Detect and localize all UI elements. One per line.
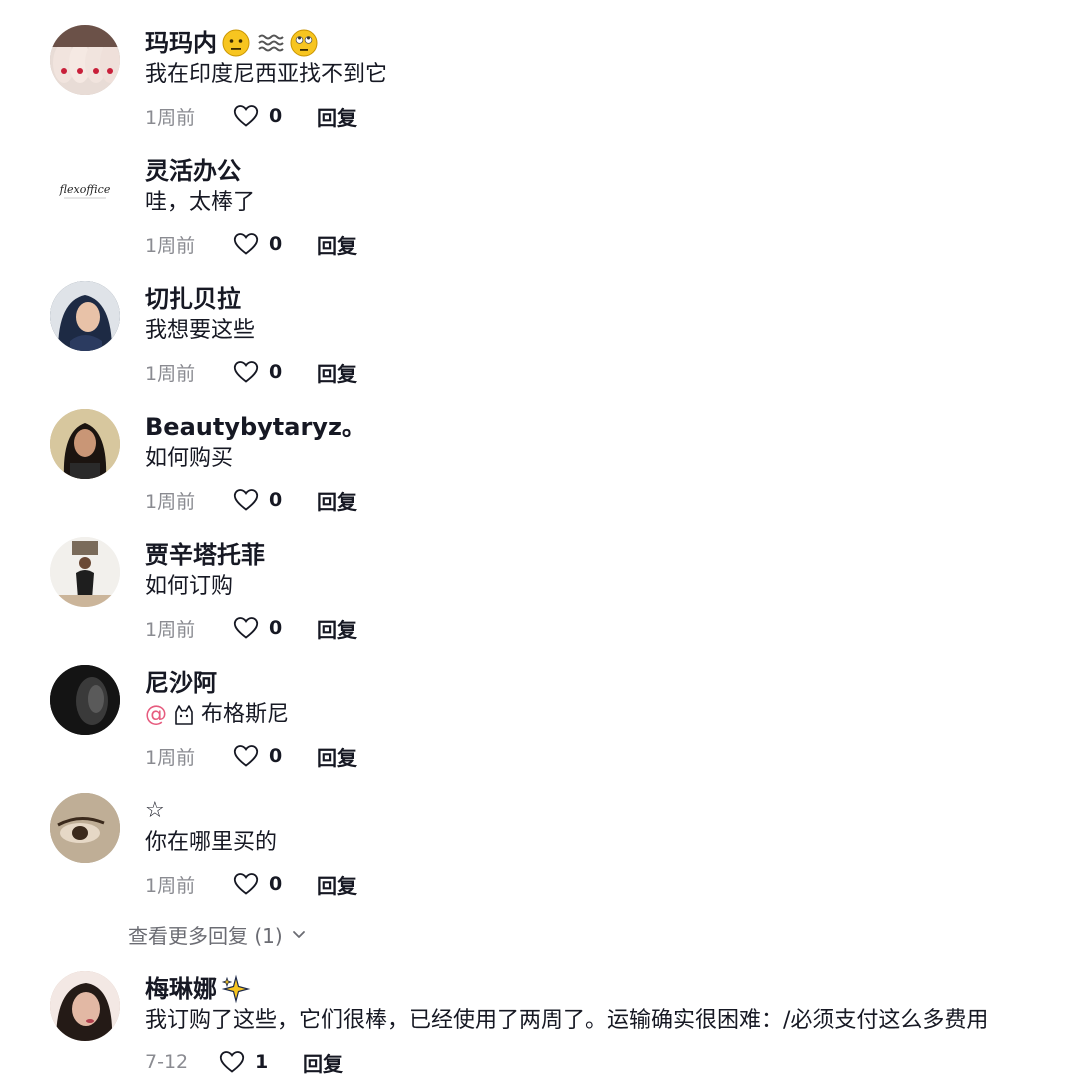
like-count: 0	[269, 873, 283, 895]
heart-icon	[219, 1050, 245, 1074]
reply-button[interactable]: 回复	[303, 1048, 343, 1077]
comment-meta: 1周前 0 回复	[145, 485, 357, 515]
avatar[interactable]: flexoffice	[50, 153, 120, 223]
avatar[interactable]	[50, 537, 120, 607]
comment-time: 1周前	[145, 362, 196, 385]
comment-time: 1周前	[145, 746, 196, 769]
comment-meta: 1周前 0 回复	[145, 229, 357, 259]
comment-meta: 7-12 1 回复	[145, 1047, 343, 1077]
comment-text: 你在哪里买的	[145, 830, 278, 855]
comment-text: 我订购了这些，它们很棒，已经使用了两周了。运输确实很困难：/必须支付这么多费用	[145, 1008, 989, 1033]
mention-username[interactable]: 布格斯尼	[201, 700, 289, 730]
comment-item: 尼沙阿 @ 布格斯尼 1周前 0 回复	[0, 640, 1080, 770]
comment-time: 1周前	[145, 874, 196, 897]
reply-button[interactable]: 回复	[317, 102, 357, 131]
eye-roll-emoji-icon	[289, 28, 319, 58]
like-button[interactable]: 0	[233, 488, 317, 512]
like-button[interactable]: 0	[233, 744, 317, 768]
comment-author-name[interactable]: 贾辛塔托菲	[145, 539, 265, 571]
heart-icon	[233, 744, 259, 768]
comment-author-name[interactable]: Beautybytaryz。	[145, 411, 366, 443]
comment-meta: 1周前 0 回复	[145, 613, 357, 643]
comment-time: 1周前	[145, 234, 196, 257]
like-button[interactable]: 1	[219, 1050, 303, 1074]
comment-text: @ 布格斯尼	[145, 700, 289, 730]
comment-author-name[interactable]: 切扎贝拉	[145, 283, 241, 315]
like-button[interactable]: 0	[233, 232, 317, 256]
heart-icon	[233, 872, 259, 896]
comment-item: flexoffice 灵活办公 哇，太棒了 1周前 0 回复	[0, 128, 1080, 258]
view-more-replies-label: 查看更多回复 (1)	[128, 923, 283, 948]
comment-text: 我想要这些	[145, 318, 256, 343]
comment-meta: 1周前 0 回复	[145, 741, 357, 771]
comment-time: 1周前	[145, 490, 196, 513]
flexoffice-logo: flexoffice	[59, 183, 111, 196]
like-count: 0	[269, 105, 283, 127]
fog-emoji-icon	[255, 28, 285, 58]
comment-text: 我在印度尼西亚找不到它	[145, 62, 388, 87]
heart-icon	[233, 104, 259, 128]
like-button[interactable]: 0	[233, 616, 317, 640]
heart-icon	[233, 616, 259, 640]
avatar[interactable]	[50, 25, 120, 95]
avatar[interactable]	[50, 793, 120, 863]
like-count: 0	[269, 489, 283, 511]
comment-author-name[interactable]: 梅琳娜	[145, 973, 217, 1005]
reply-button[interactable]: 回复	[317, 230, 357, 259]
comment-text: 如何订购	[145, 574, 234, 599]
like-button[interactable]: 0	[233, 872, 317, 896]
reply-button[interactable]: 回复	[317, 870, 357, 899]
comment-item: Beautybytaryz。 如何购买 1周前 0 回复	[0, 384, 1080, 514]
like-count: 0	[269, 745, 283, 767]
avatar[interactable]	[50, 409, 120, 479]
chevron-down-icon	[291, 926, 307, 942]
comment-author-name[interactable]: 尼沙阿	[145, 667, 217, 699]
like-count: 1	[255, 1051, 269, 1073]
sparkles-emoji-icon	[221, 974, 251, 1004]
avatar[interactable]	[50, 971, 120, 1041]
comment-item: 切扎贝拉 我想要这些 1周前 0 回复	[0, 256, 1080, 386]
avatar[interactable]	[50, 281, 120, 351]
heart-icon	[233, 360, 259, 384]
comment-item: 贾辛塔托菲 如何订购 1周前 0 回复	[0, 512, 1080, 642]
comment-meta: 1周前 0 回复	[145, 101, 357, 131]
comment-text: 哇，太棒了	[145, 190, 256, 215]
neutral-face-emoji-icon	[221, 28, 251, 58]
comment-time: 7-12	[145, 1051, 189, 1073]
comment-text: 如何购买	[145, 446, 234, 471]
comment-item: 梅琳娜 我订购了这些，它们很棒，已经使用了两周了。运输确实很困难：/必须支付这么…	[0, 946, 1080, 1076]
cat-icon	[171, 702, 197, 728]
avatar[interactable]	[50, 665, 120, 735]
comment-time: 1周前	[145, 106, 196, 129]
comment-meta: 1周前 0 回复	[145, 357, 357, 387]
mention-at-symbol: @	[145, 702, 167, 727]
reply-button[interactable]: 回复	[317, 742, 357, 771]
like-count: 0	[269, 617, 283, 639]
comment-time: 1周前	[145, 618, 196, 641]
like-button[interactable]: 0	[233, 360, 317, 384]
reply-button[interactable]: 回复	[317, 358, 357, 387]
comment-item: 玛玛内 我在印度尼西亚找不到它 1周前 0 回复	[0, 0, 1080, 130]
like-button[interactable]: 0	[233, 104, 317, 128]
comment-item: ☆ 你在哪里买的 1周前 0 回复	[0, 768, 1080, 898]
comment-author-name[interactable]: 玛玛内	[145, 27, 217, 59]
heart-icon	[233, 232, 259, 256]
like-count: 0	[269, 233, 283, 255]
reply-button[interactable]: 回复	[317, 614, 357, 643]
comment-author-name[interactable]: ☆	[145, 795, 165, 827]
reply-button[interactable]: 回复	[317, 486, 357, 515]
comment-author-name[interactable]: 灵活办公	[145, 155, 241, 187]
comment-meta: 1周前 0 回复	[145, 869, 357, 899]
heart-icon	[233, 488, 259, 512]
like-count: 0	[269, 361, 283, 383]
